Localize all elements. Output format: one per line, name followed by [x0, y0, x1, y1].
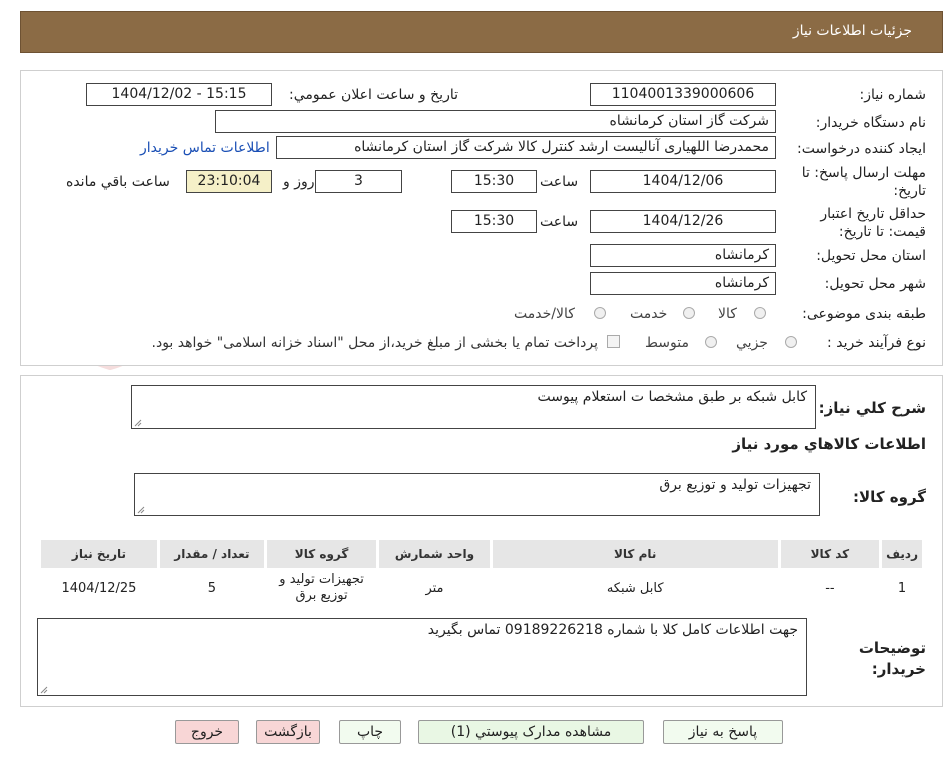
payment-note: پرداخت تمام یا بخشی از مبلغ خرید،از محل … — [151, 335, 598, 351]
deadline-label: مهلت ارسال پاسخ: تا تاريخ: — [801, 165, 926, 199]
cell-qty: 5 — [156, 569, 267, 608]
buyer-notes-text: جهت اطلاعات کامل کلا با شماره 0918922621… — [427, 622, 798, 638]
cell-name: کابل شبکه — [489, 569, 781, 608]
category-label: طبقه بندی موضوعی: — [802, 306, 926, 322]
process-radio-minor[interactable] — [785, 336, 797, 348]
cell-code: -- — [777, 569, 883, 608]
resize-grip-icon[interactable] — [40, 686, 48, 694]
validity-time-field: 15:30 — [451, 210, 537, 233]
items-table: رديف کد کالا نام کالا واحد شمارش گروه کا… — [38, 537, 925, 608]
deadline-time-field: 15:30 — [451, 170, 537, 193]
reply-button[interactable]: پاسخ به نياز — [663, 720, 783, 744]
category-radio-goods-service[interactable] — [594, 307, 606, 319]
resize-grip-icon[interactable] — [137, 506, 145, 514]
cell-group: تجهیزات تولید و توزیع برق — [263, 569, 380, 608]
buyer-notes-field: جهت اطلاعات کامل کلا با شماره 0918922621… — [37, 618, 807, 696]
col-header-row: رديف — [879, 537, 925, 571]
table-row: 1 -- کابل شبکه متر تجهیزات تولید و توزیع… — [38, 569, 925, 608]
need-number-label: شماره نیاز: — [859, 87, 927, 103]
province-label: استان محل تحويل: — [816, 248, 926, 264]
col-header-group: گروه کالا — [263, 537, 380, 571]
category-option-goods: کالا — [718, 306, 737, 322]
table-header-row: رديف کد کالا نام کالا واحد شمارش گروه کا… — [38, 537, 925, 571]
page-title: جزئیات اطلاعات نیاز — [792, 23, 912, 39]
requester-label: ايجاد کننده درخواست: — [797, 141, 926, 157]
remaining-label: ساعت باقي مانده — [66, 174, 170, 190]
category-option-goods-service: کالا/خدمت — [514, 306, 575, 322]
cell-unit: متر — [376, 569, 493, 608]
remaining-time-field: 23:10:04 — [186, 170, 272, 193]
deadline-date-field: 1404/12/06 — [590, 170, 776, 193]
description-field: کابل شبکه بر طبق مشخصا ت استعلام پیوست — [131, 385, 816, 429]
announce-label: تاریخ و ساعت اعلان عمومي: — [289, 87, 458, 103]
buyer-notes-label: توضيحات خريدار: — [858, 639, 926, 678]
cell-row: 1 — [879, 569, 925, 608]
goods-group-label: گروه کالا: — [853, 488, 926, 506]
cell-date: 1404/12/25 — [38, 569, 160, 608]
col-header-qty: تعداد / مقدار — [156, 537, 267, 571]
province-field: کرمانشاه — [590, 244, 776, 267]
print-button[interactable]: چاپ — [339, 720, 401, 744]
col-header-name: نام کالا — [489, 537, 781, 571]
validity-date-field: 1404/12/26 — [590, 210, 776, 233]
city-label: شهر محل تحويل: — [824, 276, 926, 292]
goods-group-field: تجهیزات تولید و توزیع برق — [134, 473, 820, 516]
category-radio-goods[interactable] — [754, 307, 766, 319]
validity-time-label: ساعت — [540, 214, 579, 230]
requester-field: محمدرضا اللهیاری آنالیست ارشد کنترل کالا… — [276, 136, 776, 159]
process-option-minor: جزيي — [736, 335, 768, 351]
resize-grip-icon[interactable] — [134, 419, 142, 427]
buyer-org-field: شرکت گاز استان کرمانشاه — [215, 110, 776, 133]
col-header-unit: واحد شمارش — [376, 537, 493, 571]
announce-field: 1404/12/02 - 15:15 — [86, 83, 272, 106]
city-field: کرمانشاه — [590, 272, 776, 295]
exit-button[interactable]: خروج — [175, 720, 239, 744]
need-number-field: 1104001339000606 — [590, 83, 776, 106]
col-header-date: تاريخ نياز — [38, 537, 160, 571]
process-label: نوع فرآيند خريد : — [827, 335, 926, 351]
category-option-service: خدمت — [630, 306, 668, 322]
remaining-days-field: 3 — [315, 170, 402, 193]
goods-group-text: تجهیزات تولید و توزیع برق — [659, 477, 811, 493]
day-and-label: روز و — [283, 174, 315, 190]
validity-label: حداقل تاريخ اعتبار قيمت: تا تاريخ: — [820, 206, 926, 240]
process-radio-medium[interactable] — [705, 336, 717, 348]
category-radio-service[interactable] — [683, 307, 695, 319]
view-attachments-button[interactable]: مشاهده مدارک پيوستي (1) — [418, 720, 644, 744]
back-button[interactable]: بازگشت — [256, 720, 320, 744]
buyer-org-label: نام دستگاه خريدار: — [815, 115, 926, 131]
page-header: جزئیات اطلاعات نیاز — [20, 11, 943, 53]
goods-info-title: اطلاعات کالاهاي مورد نياز — [732, 435, 926, 453]
description-label: شرح کلي نياز: — [818, 399, 926, 417]
process-option-medium: متوسط — [645, 335, 689, 351]
col-header-code: کد کالا — [777, 537, 883, 571]
deadline-time-label: ساعت — [540, 174, 579, 190]
description-text: کابل شبکه بر طبق مشخصا ت استعلام پیوست — [537, 389, 808, 405]
buyer-contact-link[interactable]: اطلاعات تماس خريدار — [140, 140, 270, 156]
treasury-payment-checkbox[interactable] — [607, 335, 620, 348]
